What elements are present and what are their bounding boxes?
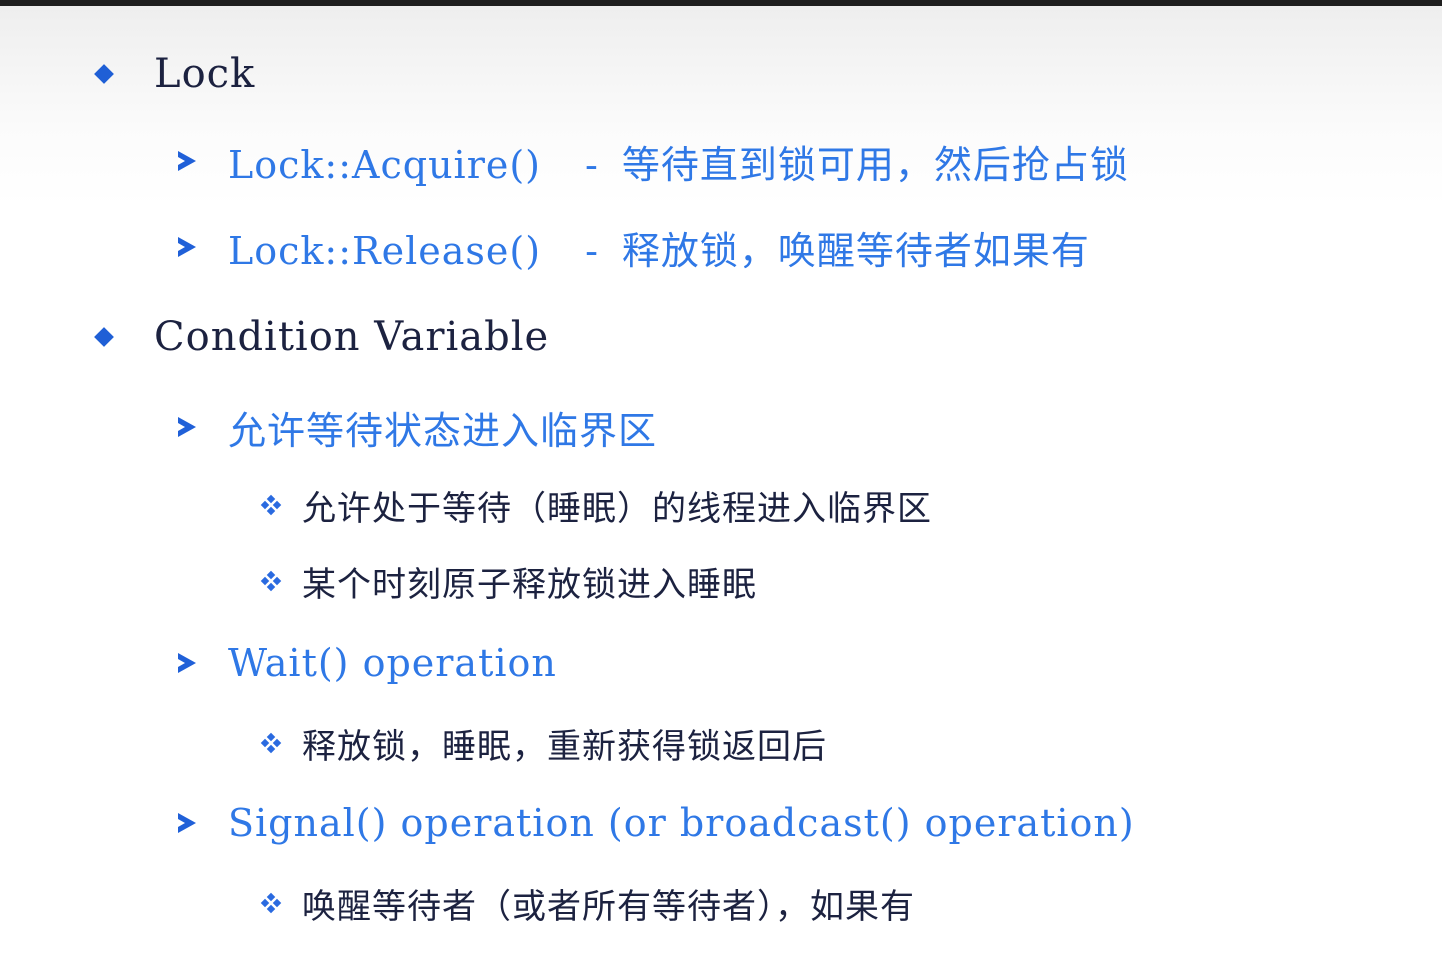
code-lock-acquire: Lock::Acquire() [228,142,542,187]
text-sleep-thread: 允许处于等待（睡眠）的线程进入临界区 [302,488,932,529]
four-dot-bullet-icon [260,732,282,754]
text-signal-operation: Signal() operation (or broadcast() opera… [228,801,1135,845]
diamond-bullet-icon [94,327,114,347]
arrow-bullet-icon [178,653,196,673]
arrow-bullet-icon [178,237,196,257]
four-dot-bullet-icon [260,892,282,914]
text-allow-wait: 允许等待状态进入临界区 [228,408,658,453]
text-atomic-release: 某个时刻原子释放锁进入睡眠 [302,564,757,605]
code-lock-release: Lock::Release() [228,228,542,273]
slide-content: Lock Lock::Acquire() - 等待直到锁可用，然后抢占锁 Lock:… [0,6,1442,954]
dash-separator: - [585,228,598,273]
desc-lock-release: 释放锁，唤醒等待者如果有 [621,228,1090,273]
arrow-bullet-icon [178,417,196,437]
desc-lock-acquire: 等待直到锁可用，然后抢占锁 [621,142,1129,187]
dash-separator: - [585,142,598,187]
four-dot-bullet-icon [260,570,282,592]
text-wait-operation: Wait() operation [228,641,557,685]
heading-condition-variable: Condition Variable [154,314,550,360]
text-signal-desc: 唤醒等待者（或者所有等待者），如果有 [302,886,915,927]
arrow-bullet-icon [178,151,196,171]
diamond-bullet-icon [94,64,114,84]
four-dot-bullet-icon [260,494,282,516]
arrow-bullet-icon [178,813,196,833]
text-wait-desc: 释放锁，睡眠，重新获得锁返回后 [302,726,827,767]
heading-lock: Lock [154,51,256,97]
